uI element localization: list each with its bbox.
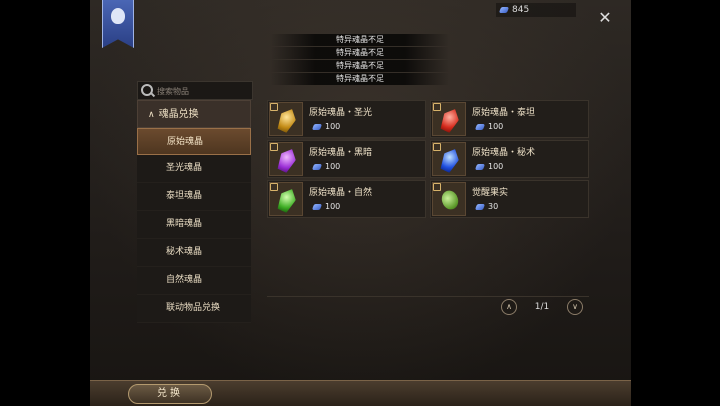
category-header[interactable]: ∧ 魂晶兑换	[137, 100, 251, 128]
soul-crystal-icon	[498, 6, 510, 13]
lock-icon	[433, 143, 441, 151]
item-name: 原始魂晶・黑暗	[309, 148, 373, 158]
category-sidebar: ∧ 魂晶兑换 原始魂晶 圣光魂晶 泰坦魂晶 黑暗魂晶 秘术魂晶 自然魂晶 联动物品…	[137, 100, 251, 323]
item-slot	[432, 182, 466, 216]
price-value: 100	[325, 122, 341, 131]
soul-crystal-icon	[311, 203, 323, 210]
page-down-button[interactable]: ∨	[567, 299, 583, 315]
lock-icon	[270, 143, 278, 151]
sidebar-item-collab-exchange[interactable]: 联动物品兑换	[137, 295, 251, 323]
price-value: 100	[325, 202, 341, 211]
soul-crystal-icon	[474, 163, 486, 170]
sidebar-item-arcane-crystal[interactable]: 秘术魂晶	[137, 239, 251, 267]
item-price: 100	[309, 162, 340, 171]
soul-crystal-icon	[311, 123, 323, 130]
item-card[interactable]: 原始魂晶・自然 100	[267, 180, 426, 218]
nature-crystal-icon	[275, 186, 300, 215]
price-value: 100	[488, 122, 504, 131]
guild-banner	[102, 0, 134, 48]
item-name: 原始魂晶・泰坦	[472, 108, 536, 118]
price-value: 30	[488, 202, 499, 211]
item-card[interactable]: 原始魂晶・秘术 100	[430, 140, 589, 178]
emblem-icon	[111, 8, 125, 24]
page-indicator: 1/1	[534, 302, 550, 312]
holy-crystal-icon	[275, 106, 300, 135]
tab-exchange[interactable]: 兑换	[128, 384, 212, 404]
item-name: 原始魂晶・圣光	[309, 108, 373, 118]
soul-crystal-icon	[311, 163, 323, 170]
exchange-window: 845 ✕ 特异魂晶不足 特异魂晶不足 特异魂晶不足 特异魂晶不足 ∧魂晶兑换 …	[90, 0, 631, 405]
item-slot	[269, 142, 303, 176]
toast-stack: 特异魂晶不足 特异魂晶不足 特异魂晶不足 特异魂晶不足	[270, 34, 450, 86]
sidebar-item-nature-crystal[interactable]: 自然魂晶	[137, 267, 251, 295]
item-slot	[432, 142, 466, 176]
divider	[267, 296, 589, 297]
item-name: 原始魂晶・秘术	[472, 148, 536, 158]
chevron-down-icon: ∨	[572, 302, 578, 311]
sidebar-item-primal-crystal[interactable]: 原始魂晶	[137, 128, 251, 155]
soul-crystal-icon	[474, 203, 486, 210]
item-card[interactable]: 原始魂晶・黑暗 100	[267, 140, 426, 178]
item-price: 30	[472, 202, 498, 211]
item-card[interactable]: 觉醒果实 30	[430, 180, 589, 218]
item-card[interactable]: 原始魂晶・泰坦 100	[430, 100, 589, 138]
toast-message: 特异魂晶不足	[270, 73, 450, 85]
titan-crystal-icon	[438, 106, 463, 135]
pagination: ∧ 1/1 ∨	[501, 298, 586, 316]
toast-message: 特异魂晶不足	[270, 34, 450, 46]
search-box	[137, 81, 253, 100]
item-price: 100	[472, 122, 503, 131]
chevron-up-icon: ∧	[148, 110, 155, 120]
item-slot	[432, 102, 466, 136]
item-price: 100	[472, 162, 503, 171]
awakening-fruit-icon	[438, 186, 461, 214]
item-price: 100	[309, 122, 340, 131]
item-card[interactable]: 原始魂晶・圣光 100	[267, 100, 426, 138]
sidebar-item-dark-crystal[interactable]: 黑暗魂晶	[137, 211, 251, 239]
chevron-up-icon: ∧	[506, 302, 512, 311]
page-up-button[interactable]: ∧	[501, 299, 517, 315]
sidebar-item-titan-crystal[interactable]: 泰坦魂晶	[137, 183, 251, 211]
price-value: 100	[488, 162, 504, 171]
arcane-crystal-icon	[438, 146, 463, 175]
item-name: 原始魂晶・自然	[309, 188, 373, 198]
lock-icon	[270, 103, 278, 111]
price-value: 100	[325, 162, 341, 171]
category-label: 魂晶兑换	[158, 109, 199, 120]
dark-crystal-icon	[275, 146, 300, 175]
item-price: 100	[309, 202, 340, 211]
currency-amount: 845	[512, 5, 530, 15]
lock-icon	[270, 183, 278, 191]
sidebar-item-holy-crystal[interactable]: 圣光魂晶	[137, 155, 251, 183]
lock-icon	[433, 103, 441, 111]
close-button[interactable]: ✕	[596, 9, 614, 27]
soul-crystal-icon	[474, 123, 486, 130]
lock-icon	[433, 183, 441, 191]
bottom-tab-bar: 兑换	[90, 380, 631, 406]
search-icon	[141, 84, 153, 96]
toast-message: 特异魂晶不足	[270, 47, 450, 59]
search-input[interactable]	[155, 83, 251, 99]
item-slot	[269, 182, 303, 216]
currency-display: 845	[496, 3, 576, 17]
item-slot	[269, 102, 303, 136]
close-icon: ✕	[598, 8, 612, 27]
toast-message: 特异魂晶不足	[270, 60, 450, 72]
item-name: 觉醒果实	[472, 188, 509, 198]
